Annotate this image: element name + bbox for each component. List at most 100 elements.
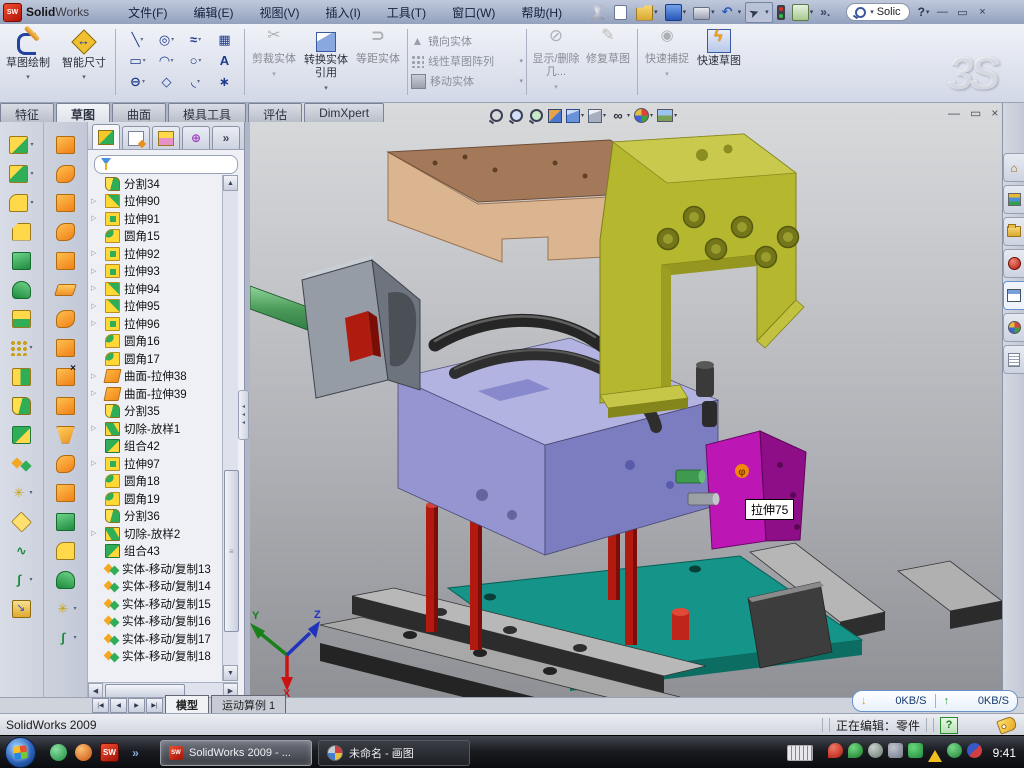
- ribbon-tab[interactable]: 曲面: [112, 103, 166, 122]
- toolbar-button[interactable]: ▾: [662, 2, 690, 23]
- ribbon-tab[interactable]: 特征: [0, 103, 54, 122]
- smart-dimension-button[interactable]: 智能尺寸 ▾: [56, 27, 112, 84]
- sketch-entity-button[interactable]: ◇: [152, 71, 181, 92]
- tray-icon[interactable]: [967, 743, 982, 758]
- toolbar-button[interactable]: [12, 217, 31, 246]
- toolbar-button[interactable]: [56, 565, 75, 594]
- expand-arrow-icon[interactable]: ▷: [91, 249, 96, 257]
- tree-item[interactable]: 实体-移动/复制15: [88, 595, 222, 613]
- chevron-down-icon[interactable]: ▾: [142, 78, 145, 85]
- display-delete-relations-button[interactable]: 显示/删除几... ▾: [530, 27, 582, 94]
- view-tool-button[interactable]: ▾: [657, 109, 677, 122]
- sketch-entity-button[interactable]: A: [210, 50, 239, 71]
- toolbar-button[interactable]: ▾: [9, 159, 33, 188]
- toolbar-button[interactable]: ▾: [9, 188, 33, 217]
- chevron-down-icon[interactable]: ▾: [140, 36, 143, 43]
- tray-icon[interactable]: [908, 743, 923, 758]
- sketch-button[interactable]: 草图绘制 ▾: [0, 27, 56, 84]
- chevron-down-icon[interactable]: ▾: [197, 78, 200, 85]
- close-button[interactable]: ×: [975, 6, 989, 19]
- tree-item[interactable]: 圆角16: [88, 333, 222, 351]
- tree-item[interactable]: 组合42: [88, 438, 222, 456]
- expand-arrow-icon[interactable]: ▷: [91, 372, 96, 380]
- menu-item[interactable]: 帮助(H): [508, 1, 575, 24]
- sketch-entity-button[interactable]: ◠ ▾: [152, 50, 181, 71]
- view-tool-button[interactable]: [488, 108, 504, 123]
- cavity-block[interactable]: φ: [706, 431, 806, 549]
- trim-entities-button[interactable]: 剪裁实体 ▾: [248, 27, 300, 81]
- toolbar-button[interactable]: [774, 3, 788, 22]
- doc-close-button[interactable]: ×: [991, 106, 998, 120]
- tree-item[interactable]: 分割36: [88, 508, 222, 526]
- toolbar-button[interactable]: [12, 275, 31, 304]
- tray-icon[interactable]: [888, 743, 903, 758]
- toolbar-button[interactable]: ✳ ▾: [54, 594, 76, 623]
- start-button[interactable]: [5, 737, 36, 768]
- toolbar-button[interactable]: [12, 362, 31, 391]
- doc-restore-button[interactable]: ▭: [970, 106, 981, 120]
- mirror-entities-button[interactable]: ▲ 镜向实体: [411, 31, 523, 51]
- expand-arrow-icon[interactable]: ▷: [91, 214, 96, 222]
- panel-tab[interactable]: ⊕: [182, 126, 210, 149]
- chevron-down-icon[interactable]: ▾: [627, 112, 630, 119]
- menu-item[interactable]: 文件(F): [115, 1, 180, 24]
- toolbar-button[interactable]: [56, 159, 75, 188]
- toolbar-button[interactable]: ▾: [690, 3, 718, 22]
- expand-arrow-icon[interactable]: ▷: [91, 459, 96, 467]
- toolbar-button[interactable]: [12, 420, 31, 449]
- sketch-entity-button[interactable]: ▦: [210, 29, 239, 50]
- chevron-down-icon[interactable]: ▾: [198, 36, 201, 43]
- sketch-entity-button[interactable]: ∗: [210, 71, 239, 92]
- sprue-assembly[interactable]: [250, 254, 420, 398]
- quick-launch-icon[interactable]: [75, 744, 92, 761]
- model-canvas[interactable]: φ X Y: [250, 103, 1002, 697]
- menu-item[interactable]: 视图(V): [246, 1, 312, 24]
- menu-item[interactable]: 编辑(E): [180, 1, 246, 24]
- quick-launch-icon[interactable]: SW: [100, 743, 119, 762]
- offset-entities-button[interactable]: 等距实体: [352, 27, 404, 66]
- sketch-entity-button[interactable]: ⊖ ▾: [123, 71, 152, 92]
- chevron-down-icon[interactable]: ▾: [674, 112, 677, 119]
- doc-minimize-button[interactable]: —: [948, 106, 960, 120]
- toolbar-button[interactable]: [56, 478, 75, 507]
- tree-item[interactable]: 分割35: [88, 403, 222, 421]
- chevron-down-icon[interactable]: ▾: [683, 8, 687, 16]
- chevron-down-icon[interactable]: ▾: [30, 141, 33, 148]
- tray-icon[interactable]: [928, 743, 942, 762]
- move-entities-button[interactable]: 移动实体 ▾: [411, 71, 523, 91]
- toolbar-button[interactable]: [56, 275, 75, 304]
- chevron-down-icon[interactable]: ▾: [581, 112, 584, 119]
- chevron-down-icon[interactable]: ▾: [143, 57, 146, 64]
- expand-arrow-icon[interactable]: ▷: [91, 267, 96, 275]
- chevron-down-icon[interactable]: ▾: [29, 576, 32, 583]
- graphics-viewport[interactable]: φ X Y: [250, 103, 1002, 697]
- menu-item[interactable]: 窗口(W): [439, 1, 508, 24]
- toolbar-button[interactable]: [12, 391, 31, 420]
- tree-vertical-scrollbar[interactable]: ▲ ≡ ▼: [222, 175, 238, 681]
- sketch-entity-button[interactable]: ○ ▾: [181, 50, 210, 71]
- toolbar-button[interactable]: [56, 304, 75, 333]
- toolbar-button[interactable]: ▾: [10, 333, 32, 362]
- toolbar-button[interactable]: ↶ ▾: [719, 3, 745, 22]
- tree-item[interactable]: ▷ 拉伸97: [88, 455, 222, 473]
- toolbar-button[interactable]: ∫ ▾: [10, 565, 32, 594]
- rapid-sketch-button[interactable]: 快速草图: [693, 27, 745, 68]
- tree-item[interactable]: 圆角15: [88, 228, 222, 246]
- tree-item[interactable]: ▷ 拉伸93: [88, 263, 222, 281]
- tray-icon[interactable]: [868, 743, 883, 758]
- ribbon-tab[interactable]: 评估: [248, 103, 302, 122]
- view-tool-button[interactable]: [508, 108, 524, 123]
- toolbar-button[interactable]: [56, 130, 75, 159]
- chevron-down-icon[interactable]: ▾: [73, 634, 76, 641]
- convert-entities-button[interactable]: 转换实体引用 ▾: [300, 27, 352, 95]
- minimize-button[interactable]: —: [935, 6, 949, 19]
- chevron-down-icon[interactable]: ▾: [765, 8, 769, 16]
- chevron-down-icon[interactable]: ▾: [519, 57, 523, 65]
- expand-arrow-icon[interactable]: ▷: [91, 319, 96, 327]
- tree-item[interactable]: ▷ 拉伸91: [88, 210, 222, 228]
- tree-item[interactable]: ▷ 曲面-拉伸38: [88, 368, 222, 386]
- toolbar-button[interactable]: [56, 188, 75, 217]
- tree-item[interactable]: ▷ 拉伸96: [88, 315, 222, 333]
- scroll-up-button[interactable]: ▲: [223, 175, 238, 191]
- tab-nav-button[interactable]: |◀: [92, 698, 109, 713]
